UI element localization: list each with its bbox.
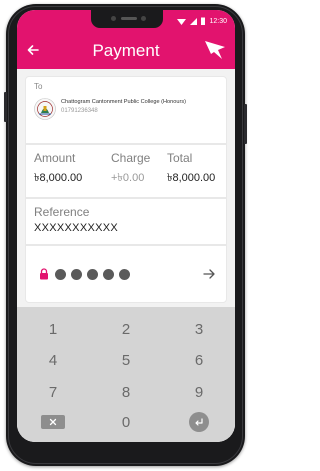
key-0[interactable]: 0 [98, 408, 154, 436]
numeric-keypad: 1 2 3 4 5 6 7 8 9 0 [17, 307, 235, 442]
reference-card: Reference XXXXXXXXXXX [25, 198, 227, 245]
front-camera-icon [111, 16, 116, 21]
key-2[interactable]: 2 [98, 315, 154, 343]
key-7[interactable]: 7 [25, 378, 81, 406]
amount-card: Amount ৳8,000.00 Charge +৳0.00 Total ৳8,… [25, 144, 227, 198]
key-5[interactable]: 5 [98, 346, 154, 374]
status-icons: 12:30 [177, 15, 227, 27]
speaker-grille [121, 17, 137, 20]
enter-icon [189, 412, 209, 432]
lock-icon [40, 268, 48, 280]
power-button [244, 104, 247, 144]
delete-key[interactable] [25, 408, 81, 436]
signal-icon [190, 17, 198, 25]
bird-logo-icon [205, 41, 225, 59]
enter-key[interactable] [171, 408, 227, 436]
college-emblem-icon [34, 98, 56, 120]
notch [91, 10, 163, 28]
charge-value: +৳0.00 [111, 172, 145, 184]
pin-card[interactable] [25, 245, 227, 303]
total-value: ৳8,000.00 [167, 172, 216, 184]
phone-screen: 12:30 Payment To Chattogram Cantonment P… [17, 10, 235, 442]
total-label: Total [167, 151, 193, 165]
reference-label: Reference [34, 205, 90, 219]
pin-dot [55, 269, 66, 280]
key-4[interactable]: 4 [25, 346, 81, 374]
key-3[interactable]: 3 [171, 315, 227, 343]
arrow-right-icon[interactable] [202, 267, 216, 281]
app-header: Payment [17, 32, 235, 69]
pin-input[interactable] [55, 269, 130, 280]
sensor-icon [141, 16, 146, 21]
to-label: To [34, 82, 43, 91]
amount-label: Amount [34, 151, 76, 165]
backspace-icon [41, 415, 65, 429]
recipient-account-number: 01791236348 [61, 108, 98, 114]
recipient-card: To Chattogram Cantonment Public College … [25, 76, 227, 144]
status-time: 12:30 [209, 17, 227, 25]
charge-label: Charge [111, 151, 151, 165]
battery-icon [201, 17, 206, 25]
key-6[interactable]: 6 [171, 346, 227, 374]
volume-button [4, 92, 7, 122]
pin-dot [87, 269, 98, 280]
reference-value: XXXXXXXXXXX [34, 222, 119, 234]
pin-dot [103, 269, 114, 280]
key-8[interactable]: 8 [98, 378, 154, 406]
amount-value: ৳8,000.00 [34, 172, 83, 184]
key-9[interactable]: 9 [171, 378, 227, 406]
key-1[interactable]: 1 [25, 315, 81, 343]
recipient-name: Chattogram Cantonment Public College (Ho… [61, 99, 186, 105]
status-bar: 12:30 [17, 10, 235, 32]
wifi-icon [177, 18, 187, 25]
pin-dot [119, 269, 130, 280]
pin-dot [71, 269, 82, 280]
